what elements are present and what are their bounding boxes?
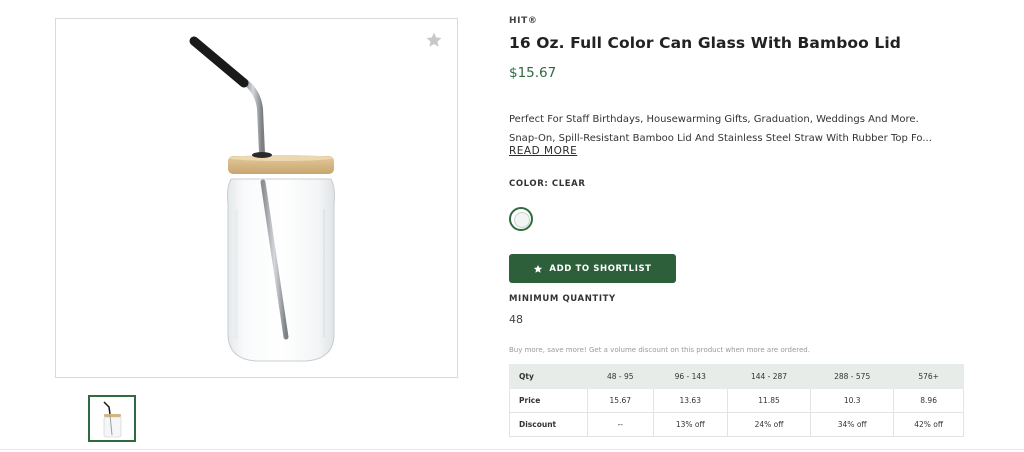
table-header-row: Qty 48 - 95 96 - 143 144 - 287 288 - 575…	[509, 364, 964, 389]
product-title: 16 Oz. Full Color Can Glass With Bamboo …	[509, 34, 902, 52]
product-price: $15.67	[509, 65, 557, 81]
table-cell: 576+	[893, 364, 964, 389]
table-cell: Discount	[509, 412, 588, 437]
divider	[0, 449, 1024, 450]
product-main-image[interactable]	[55, 18, 458, 378]
add-to-shortlist-button[interactable]: ADD TO SHORTLIST	[509, 254, 676, 283]
table-cell: 34% off	[810, 412, 895, 437]
color-label: COLOR: CLEAR	[509, 179, 586, 189]
table-cell: 11.85	[726, 388, 812, 413]
color-swatch-clear[interactable]	[509, 207, 533, 231]
glass-can-image	[189, 36, 336, 362]
read-more-link[interactable]: READ MORE	[509, 145, 577, 157]
favorite-star-icon[interactable]	[425, 31, 443, 49]
minimum-quantity-value: 48	[509, 313, 523, 326]
table-row-discount: Discount -- 13% off 24% off 34% off 42% …	[509, 412, 964, 437]
thumbnail-glass-image	[103, 401, 122, 438]
description-line-1: Perfect For Staff Birthdays, Housewarmin…	[509, 114, 919, 125]
table-cell: 13% off	[652, 412, 728, 437]
table-cell: 8.96	[893, 388, 964, 413]
table-cell: Price	[509, 388, 588, 413]
table-cell: 144 - 287	[726, 364, 812, 389]
table-cell: 288 - 575	[810, 364, 895, 389]
table-cell: 24% off	[726, 412, 812, 437]
brand-label: HIT®	[509, 16, 538, 26]
table-cell: --	[587, 412, 654, 437]
pricing-table: Qty 48 - 95 96 - 143 144 - 287 288 - 575…	[509, 364, 964, 437]
volume-discount-note: Buy more, save more! Get a volume discou…	[509, 346, 810, 354]
table-cell: 15.67	[587, 388, 654, 413]
product-description: Perfect For Staff Birthdays, Housewarmin…	[509, 110, 969, 148]
thumbnail-image[interactable]	[88, 395, 136, 442]
table-cell: 13.63	[652, 388, 728, 413]
table-cell: 42% off	[893, 412, 964, 437]
star-icon	[533, 264, 543, 274]
table-cell: 10.3	[810, 388, 895, 413]
table-cell: 48 - 95	[587, 364, 654, 389]
table-cell: Qty	[509, 364, 588, 389]
table-cell: 96 - 143	[652, 364, 728, 389]
add-button-label: ADD TO SHORTLIST	[549, 263, 652, 274]
minimum-quantity-label: MINIMUM QUANTITY	[509, 294, 616, 304]
table-row-price: Price 15.67 13.63 11.85 10.3 8.96	[509, 388, 964, 413]
